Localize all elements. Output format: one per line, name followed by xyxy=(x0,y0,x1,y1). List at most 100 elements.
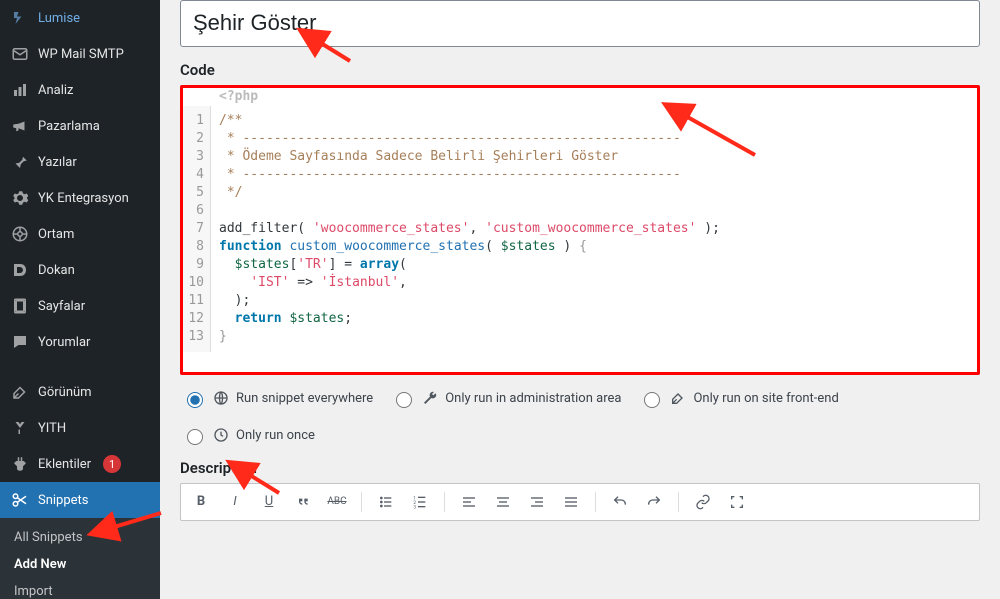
code-line: * --------------------------------------… xyxy=(219,166,720,184)
code-line xyxy=(219,202,720,220)
admin-sidebar: Lumise WP Mail SMTP Analiz Pazarlama Yazılar… xyxy=(0,0,160,599)
sidebar-item-yorumlar[interactable]: Yorumlar xyxy=(0,324,160,360)
code-editor[interactable]: <?php 12345678910111213 /** * ----------… xyxy=(180,85,980,375)
gear-icon xyxy=(10,188,30,208)
sidebar-item-label: Lumise xyxy=(38,11,80,26)
sidebar-item-label: Yorumlar xyxy=(38,335,90,350)
front-icon xyxy=(669,389,687,407)
run-option-label: Only run on site front-end xyxy=(693,391,838,406)
sidebar-item-label: Eklentiler xyxy=(38,457,91,472)
link-button[interactable] xyxy=(693,492,713,512)
globe-icon xyxy=(212,389,230,407)
snippet-title-input[interactable] xyxy=(180,0,980,47)
sidebar-item-snippets[interactable]: Snippets xyxy=(0,482,160,518)
comment-icon xyxy=(10,332,30,352)
undo-button[interactable] xyxy=(610,492,630,512)
update-badge: 1 xyxy=(103,455,121,473)
submenu-item-add-new[interactable]: Add New xyxy=(0,551,160,578)
description-editor-toolbar: B I U ABC 123 xyxy=(180,483,980,521)
mail-icon xyxy=(10,44,30,64)
sidebar-item-label: Dokan xyxy=(38,263,75,278)
submenu-item-import[interactable]: Import xyxy=(0,578,160,599)
submenu-item-all-snippets[interactable]: All Snippets xyxy=(0,524,160,551)
sidebar-item-görünüm[interactable]: Görünüm xyxy=(0,374,160,410)
sidebar-item-yk-entegrasyon[interactable]: YK Entegrasyon xyxy=(0,180,160,216)
run-option-label: Only run in administration area xyxy=(445,391,621,406)
bullet-list-button[interactable] xyxy=(376,492,396,512)
sidebar-item-wp-mail-smtp[interactable]: WP Mail SMTP xyxy=(0,36,160,72)
code-heading: Code xyxy=(180,61,980,79)
appearance-icon xyxy=(10,382,30,402)
lumise-icon xyxy=(10,8,30,28)
run-option-radio[interactable] xyxy=(187,392,203,408)
bold-button[interactable]: B xyxy=(191,492,211,512)
italic-button[interactable]: I xyxy=(225,492,245,512)
sidebar-item-label: Snippets xyxy=(38,493,89,508)
run-option-3[interactable]: Only run once xyxy=(182,426,315,445)
number-list-button[interactable]: 123 xyxy=(410,492,430,512)
underline-button[interactable]: U xyxy=(259,492,279,512)
sidebar-item-pazarlama[interactable]: Pazarlama xyxy=(0,108,160,144)
fullscreen-button[interactable] xyxy=(727,492,747,512)
align-right-button[interactable] xyxy=(527,492,547,512)
sidebar-item-label: Yazılar xyxy=(38,155,77,170)
scissors-icon xyxy=(10,490,30,510)
code-area[interactable]: /** * ----------------------------------… xyxy=(211,106,728,352)
run-option-0[interactable]: Run snippet everywhere xyxy=(182,389,373,408)
pin-icon xyxy=(10,152,30,172)
plugin-icon xyxy=(10,454,30,474)
sidebar-item-analiz[interactable]: Analiz xyxy=(0,72,160,108)
align-justify-button[interactable] xyxy=(561,492,581,512)
code-line: return $states; xyxy=(219,310,720,328)
sidebar-item-label: YITH xyxy=(38,421,66,436)
media-icon xyxy=(10,224,30,244)
dokan-icon xyxy=(10,260,30,280)
code-line: */ xyxy=(219,184,720,202)
code-line: 'IST' => 'İstanbul', xyxy=(219,274,720,292)
sidebar-item-label: WP Mail SMTP xyxy=(38,47,124,62)
sidebar-item-yith[interactable]: YITH xyxy=(0,410,160,446)
sidebar-item-label: Görünüm xyxy=(38,385,92,400)
strike-button[interactable]: ABC xyxy=(327,492,347,512)
run-option-radio[interactable] xyxy=(187,429,203,445)
align-center-button[interactable] xyxy=(493,492,513,512)
clock-icon xyxy=(212,426,230,444)
snippets-submenu: All SnippetsAdd NewImportSettings xyxy=(0,518,160,599)
stats-icon xyxy=(10,80,30,100)
code-line: add_filter( 'woocommerce_states', 'custo… xyxy=(219,220,720,238)
quote-button[interactable] xyxy=(293,492,313,512)
code-line: ); xyxy=(219,292,720,310)
code-line: $states['TR'] = array( xyxy=(219,256,720,274)
redo-button[interactable] xyxy=(644,492,664,512)
megaphone-icon xyxy=(10,116,30,136)
sidebar-item-ortam[interactable]: Ortam xyxy=(0,216,160,252)
run-option-label: Only run once xyxy=(236,428,315,443)
run-option-radio[interactable] xyxy=(644,392,660,408)
sidebar-item-label: Ortam xyxy=(38,227,74,242)
sidebar-item-label: YK Entegrasyon xyxy=(38,191,129,206)
page-icon xyxy=(10,296,30,316)
wrench-icon xyxy=(421,389,439,407)
code-gutter: 12345678910111213 xyxy=(183,106,211,352)
code-line: * Ödeme Sayfasında Sadece Belirli Şehirl… xyxy=(219,148,720,166)
sidebar-item-sayfalar[interactable]: Sayfalar xyxy=(0,288,160,324)
align-left-button[interactable] xyxy=(459,492,479,512)
code-line: } xyxy=(219,328,720,346)
svg-text:3: 3 xyxy=(413,504,416,509)
main-content: Code <?php 12345678910111213 /** * -----… xyxy=(160,0,1000,599)
php-open-tag: <?php xyxy=(183,88,977,106)
sidebar-item-eklentiler[interactable]: Eklentiler 1 xyxy=(0,446,160,482)
code-line: /** xyxy=(219,112,720,130)
sidebar-item-yazılar[interactable]: Yazılar xyxy=(0,144,160,180)
run-option-label: Run snippet everywhere xyxy=(236,391,373,406)
run-option-radio[interactable] xyxy=(396,392,412,408)
sidebar-item-label: Pazarlama xyxy=(38,119,100,134)
sidebar-item-label: Analiz xyxy=(38,83,74,98)
run-option-2[interactable]: Only run on site front-end xyxy=(639,389,838,408)
yith-icon xyxy=(10,418,30,438)
description-heading: Description xyxy=(180,459,980,477)
sidebar-item-lumise[interactable]: Lumise xyxy=(0,0,160,36)
app-root: Lumise WP Mail SMTP Analiz Pazarlama Yazılar… xyxy=(0,0,1000,599)
sidebar-item-dokan[interactable]: Dokan xyxy=(0,252,160,288)
run-option-1[interactable]: Only run in administration area xyxy=(391,389,621,408)
